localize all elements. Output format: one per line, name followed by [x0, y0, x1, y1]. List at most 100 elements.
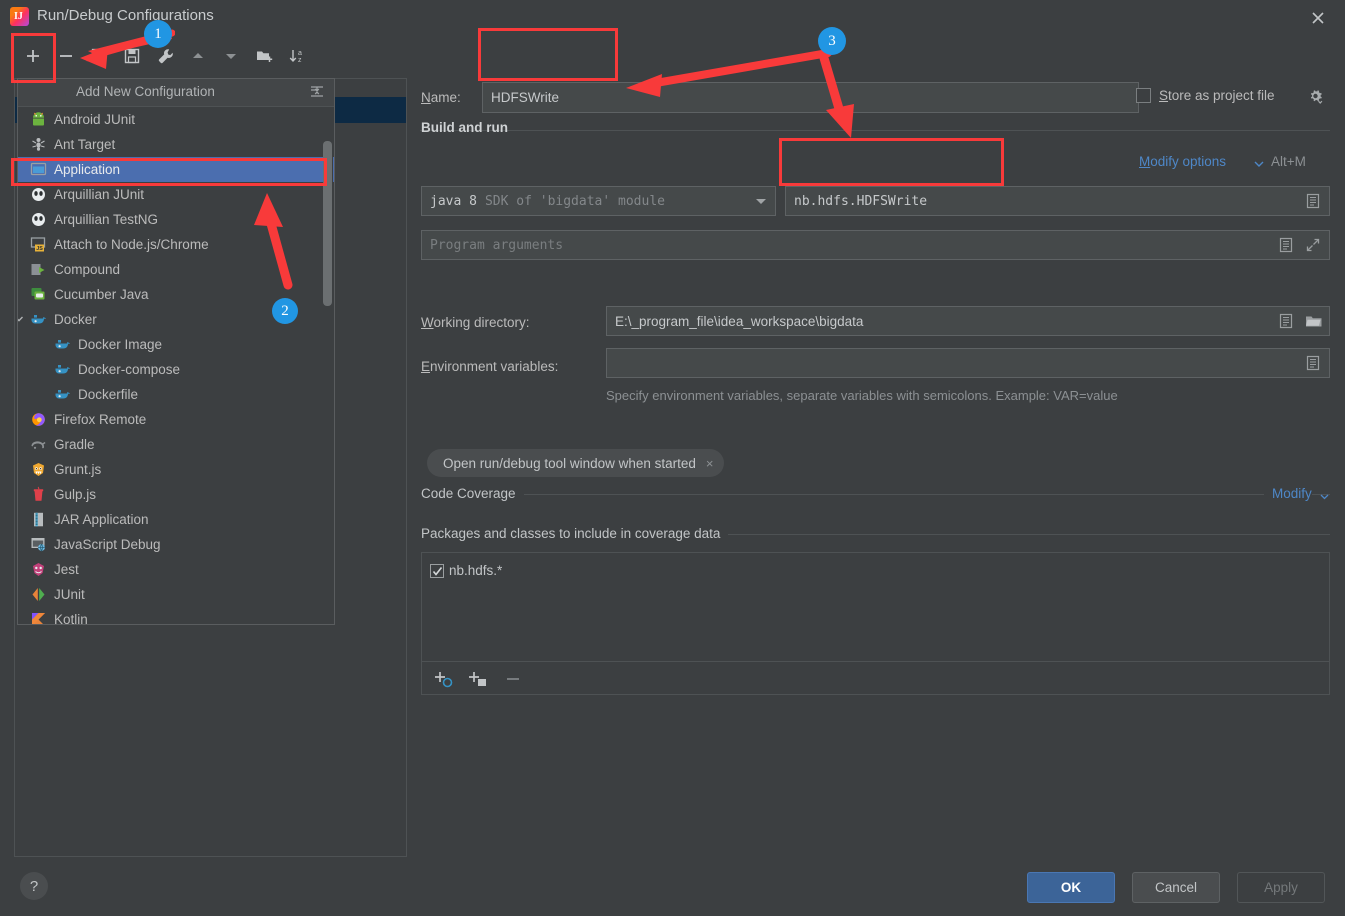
store-as-project-file-checkbox[interactable]	[1136, 88, 1151, 103]
docker-icon	[54, 336, 71, 353]
popup-scrollbar-track[interactable]	[323, 109, 333, 622]
close-icon[interactable]: ×	[706, 456, 714, 471]
apply-button[interactable]: Apply	[1237, 872, 1325, 903]
arquillian-icon	[30, 186, 47, 203]
modify-options-link[interactable]: Modify options	[1139, 154, 1226, 169]
config-type-item-jar-application[interactable]: JAR Application	[18, 507, 334, 532]
config-type-item-arquillian-testng[interactable]: Arquillian TestNG	[18, 207, 334, 232]
gradle-icon	[30, 436, 47, 453]
config-type-item-android-junit[interactable]: Android JUnit	[18, 107, 334, 132]
jar-icon	[30, 511, 47, 528]
dialog-button-bar: OK Cancel Apply	[0, 860, 1345, 916]
working-directory-macros-icon[interactable]	[1278, 313, 1294, 329]
environment-variables-input[interactable]	[606, 348, 1330, 378]
app-icon-glyph: IJ	[14, 11, 23, 22]
add-class-icon[interactable]	[434, 668, 456, 690]
config-type-label: Gradle	[54, 437, 95, 452]
code-coverage-rule	[421, 494, 1330, 495]
config-type-item-dockerfile[interactable]: Dockerfile	[18, 382, 334, 407]
section-divider	[420, 130, 1330, 131]
working-directory-label: Working directory:	[421, 315, 530, 330]
coverage-pattern-checkbox[interactable]	[430, 563, 444, 578]
application-icon	[30, 161, 47, 178]
expand-editor-icon[interactable]	[1305, 237, 1321, 253]
remove-configuration-button[interactable]	[52, 41, 80, 71]
sort-alphabetically-button[interactable]: a z	[283, 41, 311, 71]
ok-button[interactable]: OK	[1027, 872, 1115, 903]
working-directory-value: E:\_program_file\idea_workspace\bigdata	[615, 313, 864, 329]
javascript-debug-icon	[30, 536, 47, 553]
config-type-label: Attach to Node.js/Chrome	[54, 237, 209, 252]
add-package-icon[interactable]	[468, 668, 490, 690]
compound-icon	[30, 261, 47, 278]
move-down-button[interactable]	[217, 41, 245, 71]
config-type-item-attach-to-node-js-chrome[interactable]: JS Attach to Node.js/Chrome	[18, 232, 334, 257]
arquillian-icon	[30, 211, 47, 228]
sdk-dropdown-arrow-icon[interactable]	[756, 199, 766, 204]
main-class-input[interactable]: nb.hdfs.HDFSWrite	[785, 186, 1330, 216]
program-arguments-browse-icon[interactable]	[1278, 237, 1294, 253]
sdk-name: java 8	[430, 193, 477, 209]
chevron-down-icon[interactable]	[1253, 158, 1265, 170]
save-configuration-button[interactable]	[118, 41, 146, 71]
coverage-pattern-label: nb.hdfs.*	[449, 563, 503, 578]
grunt-icon	[30, 461, 47, 478]
config-type-item-grunt-js[interactable]: Grunt.js	[18, 457, 334, 482]
jre-sdk-combobox[interactable]: java 8 SDK of 'bigdata' module	[421, 186, 776, 216]
jest-icon	[30, 561, 47, 578]
new-folder-button[interactable]	[250, 41, 278, 71]
docker-icon	[54, 361, 71, 378]
config-type-item-jest[interactable]: Jest	[18, 557, 334, 582]
config-type-label: JAR Application	[54, 512, 149, 527]
list-item[interactable]: nb.hdfs.*	[430, 563, 502, 578]
configuration-type-list[interactable]: Android JUnit Ant Target Application Arquil…	[18, 107, 334, 624]
config-type-item-compound[interactable]: Compound	[18, 257, 334, 282]
config-type-item-arquillian-junit[interactable]: Arquillian JUnit	[18, 182, 334, 207]
edit-templates-wrench-icon[interactable]	[151, 41, 179, 71]
cancel-button[interactable]: Cancel	[1132, 872, 1220, 903]
coverage-list-toolbar	[421, 662, 1330, 695]
working-directory-input[interactable]: E:\_program_file\idea_workspace\bigdata	[606, 306, 1330, 336]
add-new-configuration-popup[interactable]: Add New Configuration Android JUnit Ant T…	[17, 78, 335, 625]
dialog-title: Run/Debug Configurations	[37, 7, 214, 24]
chevron-down-icon[interactable]	[1319, 490, 1330, 501]
name-input[interactable]: HDFSWrite	[482, 82, 1139, 113]
config-type-item-docker-compose[interactable]: Docker-compose	[18, 357, 334, 382]
config-type-item-javascript-debug[interactable]: JavaScript Debug	[18, 532, 334, 557]
docker-icon	[54, 386, 71, 403]
config-type-item-cucumber-java[interactable]: Cucumber Java	[18, 282, 334, 307]
config-type-item-docker-image[interactable]: Docker Image	[18, 332, 334, 357]
config-type-label: Docker	[54, 312, 97, 327]
main-class-browse-icon[interactable]	[1305, 193, 1321, 209]
store-as-project-file-label[interactable]: Store as project file	[1159, 88, 1275, 103]
android-icon	[30, 111, 47, 128]
config-type-item-application[interactable]: Application	[18, 157, 334, 182]
gear-dropdown-icon[interactable]	[1307, 88, 1324, 105]
config-type-item-kotlin[interactable]: Kotlin	[18, 607, 334, 624]
program-arguments-input[interactable]: Program arguments	[421, 230, 1330, 260]
add-configuration-button[interactable]	[19, 41, 47, 71]
config-type-item-junit[interactable]: JUnit	[18, 582, 334, 607]
gulp-icon	[30, 486, 47, 503]
name-input-value: HDFSWrite	[491, 90, 560, 105]
move-up-button[interactable]	[184, 41, 212, 71]
config-type-item-gulp-js[interactable]: Gulp.js	[18, 482, 334, 507]
coverage-patterns-list[interactable]: nb.hdfs.*	[421, 552, 1330, 662]
config-type-item-firefox-remote[interactable]: Firefox Remote	[18, 407, 334, 432]
code-coverage-modify-link[interactable]: Modify	[1264, 486, 1312, 501]
close-icon[interactable]	[1305, 5, 1331, 31]
environment-variables-browse-icon[interactable]	[1305, 355, 1321, 371]
config-type-item-gradle[interactable]: Gradle	[18, 432, 334, 457]
popup-scrollbar-thumb[interactable]	[323, 141, 332, 306]
collapse-all-icon[interactable]	[307, 84, 327, 102]
modify-options-shortcut: Alt+M	[1271, 154, 1306, 169]
copy-configuration-button[interactable]	[85, 41, 113, 71]
chevron-down-icon[interactable]	[18, 307, 28, 332]
environment-variables-hint: Specify environment variables, separate …	[606, 388, 1118, 403]
config-type-item-ant-target[interactable]: Ant Target	[18, 132, 334, 157]
config-type-item-docker[interactable]: Docker	[18, 307, 334, 332]
remove-pattern-button[interactable]	[502, 668, 524, 690]
folder-browse-icon[interactable]	[1305, 314, 1323, 329]
config-type-label: JavaScript Debug	[54, 537, 161, 552]
dialog-title-bar: IJ Run/Debug Configurations	[0, 0, 1345, 34]
